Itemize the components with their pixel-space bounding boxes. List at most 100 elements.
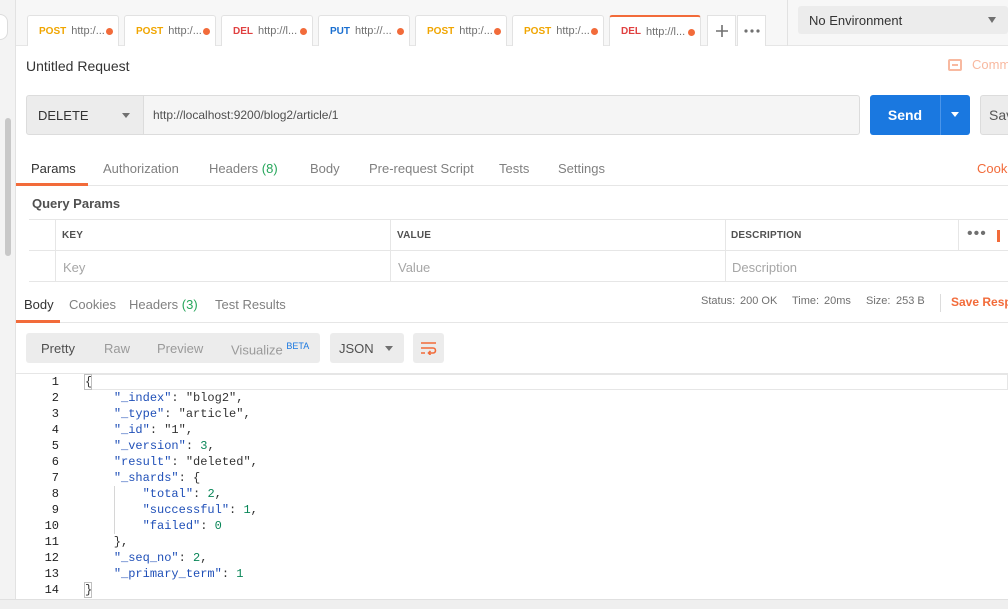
- response-body-viewer[interactable]: 1{2 "_index": "blog2", 3 "_type": "articl…: [16, 373, 1008, 598]
- more-horizontal-icon[interactable]: •••: [967, 225, 987, 243]
- bracket-match-highlight: [84, 374, 92, 390]
- size-label: Size:: [866, 295, 891, 307]
- code-line: 9 "successful": 1,: [16, 502, 1008, 518]
- format-select[interactable]: JSON: [330, 333, 404, 363]
- column-divider: [390, 220, 391, 282]
- query-params-table: KEY VALUE DESCRIPTION ••• Key Value Desc…: [29, 219, 1008, 282]
- method-select[interactable]: DELETE: [26, 95, 144, 135]
- beta-badge: BETA: [286, 341, 310, 351]
- tab-tests[interactable]: Tests: [499, 161, 529, 176]
- code-line: 2 "_index": "blog2",: [16, 390, 1008, 406]
- status-value[interactable]: 200 OK: [740, 295, 777, 307]
- code-line: 4 "_id": "1",: [16, 422, 1008, 438]
- response-headers-count: (3): [181, 297, 198, 312]
- response-tabs: Body Cookies Headers (3) Test Results St…: [16, 290, 1008, 323]
- key-input[interactable]: Key: [63, 260, 85, 275]
- request-tab-active[interactable]: DEL http://l...: [609, 15, 701, 46]
- size-value[interactable]: 253 B: [896, 295, 925, 307]
- tab-body[interactable]: Body: [310, 161, 340, 176]
- code-text: "_index": "blog2",: [113, 391, 244, 405]
- method-value: DELETE: [38, 107, 89, 123]
- unsaved-dot-icon: [397, 28, 404, 35]
- format-value: JSON: [339, 340, 374, 356]
- query-params-title: Query Params: [32, 196, 121, 211]
- visualize-label: Visualize: [231, 342, 283, 358]
- response-tab-test-results[interactable]: Test Results: [215, 297, 286, 312]
- code-text: "successful": 1,: [142, 503, 258, 517]
- plus-icon: [715, 25, 728, 37]
- line-number: 11: [44, 535, 59, 549]
- send-button[interactable]: Send: [870, 95, 940, 135]
- save-response-button[interactable]: Save Response: [951, 295, 1008, 309]
- tab-settings[interactable]: Settings: [558, 161, 605, 176]
- view-pretty-button[interactable]: Pretty: [41, 341, 75, 356]
- request-tab[interactable]: PUT http://...: [318, 15, 410, 46]
- code-text: "_shards": {: [113, 471, 201, 485]
- tab-more-button[interactable]: [737, 15, 766, 46]
- response-tab-headers[interactable]: Headers (3): [129, 297, 198, 312]
- code-line: 8 "total": 2,: [16, 486, 1008, 502]
- code-text: "total": 2,: [142, 487, 222, 501]
- tab-headers-label: Headers: [209, 161, 259, 176]
- code-line: 5 "_version": 3,: [16, 438, 1008, 454]
- sidebar-toggle-handle[interactable]: [0, 14, 8, 40]
- left-scroll-strip: [0, 0, 16, 609]
- scrollbar-thumb[interactable]: [5, 118, 11, 256]
- cookies-link[interactable]: Cookies: [977, 161, 1008, 176]
- more-horizontal-icon: [743, 29, 760, 33]
- save-button[interactable]: Save: [980, 95, 1008, 135]
- code-line: 14}: [16, 582, 1008, 598]
- tab-headers[interactable]: Headers (8): [209, 161, 278, 176]
- tab-authorization[interactable]: Authorization: [103, 161, 179, 176]
- tab-url: http:/...: [71, 25, 105, 37]
- line-number: 12: [44, 551, 59, 565]
- code-line: 10 "failed": 0: [16, 518, 1008, 534]
- unsaved-dot-icon: [203, 28, 210, 35]
- time-value[interactable]: 20ms: [824, 295, 851, 307]
- tab-url: http://l...: [646, 25, 686, 38]
- request-tab[interactable]: POST http:/...: [415, 15, 507, 46]
- wrap-lines-button[interactable]: [413, 333, 444, 363]
- request-title[interactable]: Untitled Request: [26, 58, 130, 74]
- tab-prerequest-script[interactable]: Pre-request Script: [369, 161, 474, 176]
- tab-url: http:/...: [459, 25, 493, 37]
- time-label: Time:: [792, 295, 820, 307]
- column-divider: [725, 220, 726, 282]
- environment-select[interactable]: No Environment: [798, 6, 1008, 34]
- tab-method: DEL: [233, 25, 253, 37]
- tab-method: PUT: [330, 25, 350, 37]
- description-input[interactable]: Description: [732, 260, 797, 275]
- bulk-edit-link[interactable]: [997, 230, 1000, 242]
- tab-params[interactable]: Params: [31, 161, 76, 176]
- code-text: "_type": "article",: [113, 407, 251, 421]
- code-line: 1{: [16, 374, 1008, 390]
- request-tab[interactable]: POST http:/...: [512, 15, 604, 46]
- tab-url: http:/...: [556, 25, 590, 37]
- line-number: 13: [44, 567, 59, 581]
- request-tabs: Params Authorization Headers (8) Body Pr…: [16, 151, 1008, 186]
- url-input[interactable]: [143, 95, 860, 135]
- comments-button[interactable]: Comments: [948, 57, 1008, 72]
- headers-count: (8): [261, 161, 278, 176]
- request-tab[interactable]: DEL http://l...: [221, 15, 313, 46]
- value-input[interactable]: Value: [398, 260, 430, 275]
- response-tab-cookies[interactable]: Cookies: [69, 297, 116, 312]
- chevron-down-icon: [951, 112, 959, 117]
- line-number: 8: [51, 487, 59, 501]
- line-number: 10: [44, 519, 59, 533]
- code-text: "failed": 0: [142, 519, 222, 533]
- view-visualize-button[interactable]: Visualize BETA: [231, 341, 309, 357]
- tab-url: http://...: [355, 25, 392, 37]
- comment-icon: [948, 58, 962, 71]
- request-tab[interactable]: POST http:/...: [27, 15, 119, 46]
- new-tab-button[interactable]: [707, 15, 736, 46]
- view-preview-button[interactable]: Preview: [157, 341, 203, 356]
- response-tab-body[interactable]: Body: [24, 297, 54, 312]
- tab-method: POST: [39, 25, 67, 37]
- view-raw-button[interactable]: Raw: [104, 341, 130, 356]
- request-tab[interactable]: POST http:/...: [124, 15, 216, 46]
- environment-value: No Environment: [809, 12, 903, 28]
- send-options-button[interactable]: [940, 95, 970, 135]
- tab-method: DEL: [621, 26, 641, 37]
- code-line: 12 "_seq_no": 2,: [16, 550, 1008, 566]
